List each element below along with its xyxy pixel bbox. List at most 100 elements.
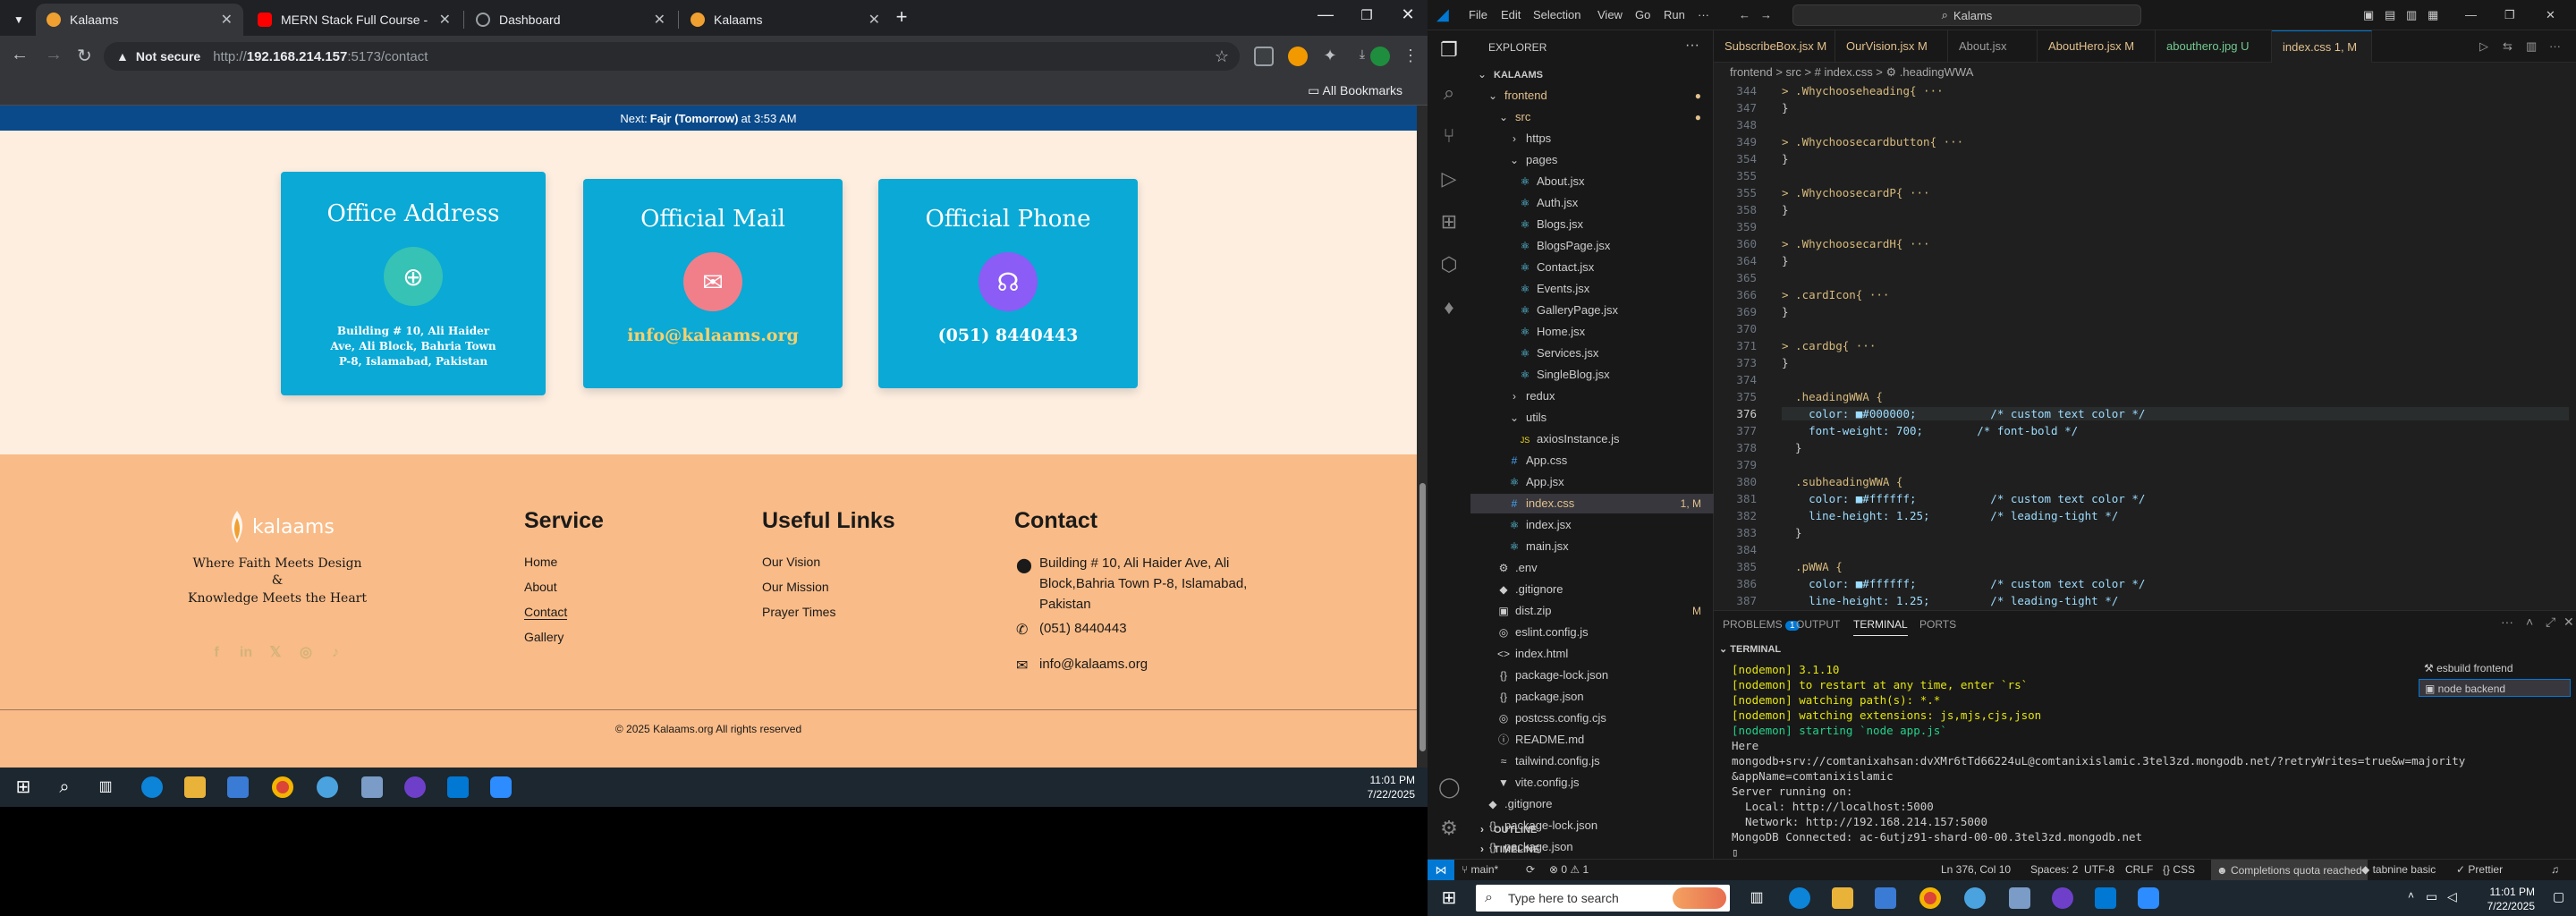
github-desktop-icon[interactable] bbox=[404, 776, 426, 798]
menu-go[interactable]: Go bbox=[1635, 8, 1650, 21]
file-explorer-icon[interactable] bbox=[1832, 887, 1853, 909]
layout-icon[interactable]: ▦ bbox=[2428, 8, 2438, 22]
tab-ports[interactable]: PORTS bbox=[1919, 618, 1956, 631]
menu-file[interactable]: File bbox=[1469, 8, 1487, 21]
encoding[interactable]: UTF-8 bbox=[2084, 863, 2114, 876]
kalaams-logo[interactable]: kalaams bbox=[224, 508, 340, 546]
scrollbar-thumb[interactable] bbox=[1419, 483, 1426, 751]
tree-item[interactable]: ⚛ SingleBlog.jsx bbox=[1470, 365, 1714, 385]
tree-item[interactable]: ⚛ Auth.jsx bbox=[1470, 193, 1714, 213]
tiktok-icon[interactable]: ♪ bbox=[326, 644, 344, 662]
taskbar-clock[interactable]: 11:01 PM 7/22/2025 bbox=[1368, 773, 1415, 802]
split-editor-icon[interactable]: ▥ bbox=[2522, 30, 2540, 63]
tree-item[interactable]: ⌄ frontend ● bbox=[1470, 86, 1714, 106]
tab-dashboard[interactable]: Dashboard ✕ bbox=[465, 4, 676, 36]
editor-tab[interactable]: AboutHero.jsx M bbox=[2038, 30, 2156, 63]
footer-link-prayer-times[interactable]: Prayer Times bbox=[762, 605, 835, 619]
tree-item[interactable]: <> index.html bbox=[1470, 644, 1714, 664]
more-icon[interactable]: ··· bbox=[2546, 30, 2564, 63]
tree-item[interactable]: › redux bbox=[1470, 386, 1714, 406]
editor-tab[interactable]: abouthero.jpg U bbox=[2156, 30, 2272, 63]
vscode-icon[interactable] bbox=[2095, 887, 2116, 909]
tree-item[interactable]: ⚛ index.jsx bbox=[1470, 515, 1714, 535]
chrome-icon[interactable] bbox=[1919, 887, 1941, 909]
taskbar-clock[interactable]: 11:01 PM 7/22/2025 bbox=[2487, 885, 2535, 913]
tree-item[interactable]: ⚙ .env bbox=[1470, 558, 1714, 578]
edge-icon[interactable] bbox=[141, 776, 163, 798]
notifications-icon[interactable]: ♫ bbox=[2551, 863, 2559, 876]
breadcrumb[interactable]: frontend > src > # index.css > ⚙ .headin… bbox=[1714, 63, 2576, 82]
app-icon[interactable] bbox=[361, 776, 383, 798]
card-phone[interactable]: (051) 8440443 bbox=[878, 326, 1138, 345]
tree-item[interactable]: # index.css 1, M bbox=[1470, 494, 1714, 513]
more-icon[interactable]: ··· bbox=[2501, 615, 2513, 629]
collapse-icon[interactable]: ˄ bbox=[2526, 615, 2533, 629]
tree-item[interactable]: ⌄ KALAAMS bbox=[1470, 64, 1714, 84]
tree-item[interactable]: ◆ .gitignore bbox=[1470, 794, 1714, 814]
menu-selection[interactable]: Selection bbox=[1533, 8, 1580, 21]
tab-mern-course[interactable]: MERN Stack Full Course - ECom ✕ bbox=[247, 4, 462, 36]
extension-icon[interactable] bbox=[1288, 47, 1308, 66]
footer-link-our-vision[interactable]: Our Vision bbox=[762, 555, 820, 569]
tree-item[interactable]: ≈ tailwind.config.js bbox=[1470, 751, 1714, 771]
tree-item[interactable]: ⌄ pages bbox=[1470, 150, 1714, 170]
extensions-icon[interactable]: ⊞ bbox=[1438, 211, 1460, 233]
tree-item[interactable]: ⚛ Services.jsx bbox=[1470, 344, 1714, 363]
tab-kalaams-active[interactable]: Kalaams ✕ bbox=[36, 4, 243, 36]
remote-indicator-icon[interactable]: ⋈ bbox=[1428, 860, 1454, 880]
volume-icon[interactable]: ◁ bbox=[2447, 889, 2469, 911]
problems-status[interactable]: ⊗ 0 ⚠ 1 bbox=[1549, 863, 1589, 876]
zoom-icon[interactable] bbox=[490, 776, 512, 798]
completions-status[interactable]: ☻ Completions quota reached bbox=[2211, 860, 2368, 880]
puzzle-icon[interactable]: ✦ bbox=[1320, 47, 1340, 66]
notification-icon[interactable]: ▢ bbox=[2553, 889, 2574, 911]
git-branch[interactable]: ⑂ main* bbox=[1462, 863, 1498, 876]
docker-icon[interactable]: ⬡ bbox=[1438, 254, 1460, 276]
tree-item[interactable]: ⚛ Blogs.jsx bbox=[1470, 215, 1714, 234]
tab-search-button[interactable]: ▼ bbox=[7, 4, 30, 36]
tree-item[interactable]: JS axiosInstance.js bbox=[1470, 429, 1714, 449]
star-icon[interactable]: ☆ bbox=[1215, 47, 1229, 66]
restore-button[interactable]: ❐ bbox=[1349, 7, 1385, 23]
tree-item[interactable]: › https bbox=[1470, 129, 1714, 148]
menu-run[interactable]: Run bbox=[1664, 8, 1685, 21]
editor-tab[interactable]: index.css 1, M bbox=[2272, 30, 2372, 63]
tree-item[interactable]: ⚛ BlogsPage.jsx bbox=[1470, 236, 1714, 256]
language-mode[interactable]: {} CSS bbox=[2163, 863, 2195, 876]
chrome-icon[interactable] bbox=[272, 776, 293, 798]
tab-output[interactable]: OUTPUT bbox=[1796, 618, 1840, 631]
prettier-status[interactable]: ✓ Prettier bbox=[2456, 863, 2503, 876]
editor-tab[interactable]: About.jsx bbox=[1948, 30, 2038, 63]
close-window-button[interactable]: ✕ bbox=[1390, 5, 1426, 24]
task-view-icon[interactable]: ▥ bbox=[95, 776, 116, 798]
tab-kalaams[interactable]: Kalaams ✕ bbox=[680, 4, 891, 36]
new-tab-button[interactable]: + bbox=[884, 5, 919, 29]
app-icon[interactable] bbox=[317, 776, 338, 798]
tree-item[interactable]: {} package-lock.json bbox=[1470, 666, 1714, 685]
close-icon[interactable]: ✕ bbox=[654, 11, 665, 29]
footer-contact-phone[interactable]: (051) 8440443 bbox=[1039, 618, 1127, 639]
tree-item[interactable]: ⌄ utils bbox=[1470, 408, 1714, 428]
download-icon[interactable]: ⤓ bbox=[1352, 47, 1372, 66]
explorer-icon[interactable]: ❐ bbox=[1438, 39, 1460, 61]
tab-terminal[interactable]: TERMINAL bbox=[1853, 618, 1908, 636]
command-center-search[interactable]: ⌕ Kalams bbox=[1792, 4, 2141, 26]
tree-item[interactable]: ⌄ src ● bbox=[1470, 107, 1714, 127]
cursor-position[interactable]: Ln 376, Col 10 bbox=[1941, 863, 2011, 876]
forward-button[interactable]: → bbox=[45, 45, 63, 65]
menu-edit[interactable]: Edit bbox=[1501, 8, 1521, 21]
task-view-icon[interactable]: ▥ bbox=[1746, 887, 1767, 909]
windows-start-icon[interactable]: ⊞ bbox=[13, 776, 34, 798]
tree-item[interactable]: ⚛ About.jsx bbox=[1470, 172, 1714, 191]
minimize-button[interactable]: — bbox=[1308, 5, 1343, 24]
zoom-icon[interactable] bbox=[2138, 887, 2159, 909]
menu-view[interactable]: View bbox=[1597, 8, 1623, 21]
line-ending[interactable]: CRLF bbox=[2125, 863, 2153, 876]
run-icon[interactable]: ▷ bbox=[2476, 30, 2492, 63]
tree-item[interactable]: {} package.json bbox=[1470, 687, 1714, 707]
linkedin-icon[interactable]: in bbox=[237, 644, 255, 662]
tree-item[interactable]: ◆ .gitignore bbox=[1470, 580, 1714, 599]
facebook-icon[interactable]: f bbox=[208, 644, 225, 662]
maximize-panel-icon[interactable]: ⤢ bbox=[2546, 615, 2555, 630]
nav-back-icon[interactable]: ← bbox=[1739, 8, 1750, 21]
